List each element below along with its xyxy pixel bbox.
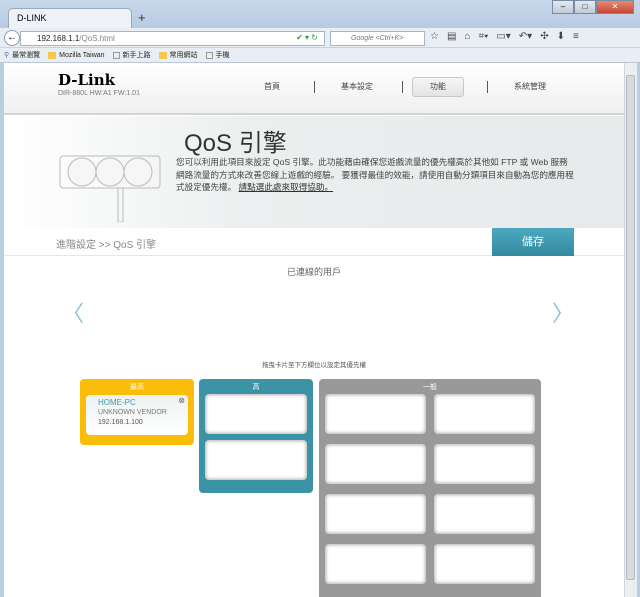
bookmark-label: 常用網站 — [169, 52, 198, 59]
new-tab-button[interactable]: + — [138, 10, 146, 25]
divider — [487, 81, 488, 93]
chevron-left-icon[interactable]: 〈 — [62, 296, 84, 328]
maximize-button[interactable]: □ — [574, 0, 596, 14]
device-vendor: UNKNOWN VENDOR — [98, 409, 167, 416]
model-info: DIR-880L HW:A1 FW:1.01 — [58, 90, 140, 97]
qos-illustration-icon — [59, 155, 161, 222]
empty-slot[interactable] — [434, 494, 535, 534]
page-icon — [112, 51, 120, 59]
column-title: 高 — [252, 384, 260, 391]
addon-icon[interactable]: ✣ — [540, 31, 548, 42]
url-path: /QoS.html — [79, 34, 115, 43]
back-button[interactable]: ← — [4, 30, 20, 46]
close-icon[interactable]: ⊗ — [178, 396, 185, 406]
bookmark-label: Mozilla Taiwan — [59, 51, 105, 59]
description: 您可以利用此項目來設定 QoS 引擎。此功能藉由確保您遊戲流量的優先權高於其他如… — [176, 156, 576, 194]
bookmark-label: 最常瀏覽 — [12, 52, 41, 59]
empty-slot[interactable] — [205, 394, 307, 434]
menu-features[interactable]: 功能 — [412, 77, 464, 97]
scrollbar-thumb[interactable] — [626, 75, 635, 580]
router-header: D-Link DIR-880L HW:A1 FW:1.01 首頁 基本設定 功能… — [4, 63, 624, 115]
menu-icon[interactable]: ≡ — [573, 31, 579, 42]
home-icon[interactable]: ⌂ — [464, 31, 470, 42]
undo-icon[interactable]: ↶▾ — [519, 31, 532, 42]
divider — [314, 81, 315, 93]
help-link[interactable]: 請點選此處來取得協助。 — [239, 182, 334, 192]
folder-icon — [158, 51, 167, 59]
folder-icon — [48, 51, 57, 59]
page-icon — [205, 51, 213, 59]
qos-banner: QoS 引擎 您可以利用此項目來設定 QoS 引擎。此功能藉由確保您遊戲流量的優… — [4, 116, 624, 228]
chevron-right-icon[interactable]: 〉 — [552, 296, 574, 328]
device-card[interactable]: HOME-PC UNKNOWN VENDOR 192.168.1.100 ⊗ — [86, 395, 188, 435]
empty-slot[interactable] — [325, 444, 426, 484]
empty-slot[interactable] — [205, 440, 307, 480]
empty-slot[interactable] — [325, 544, 426, 584]
star-icon[interactable]: ☆ — [430, 31, 439, 42]
toolbar-icons: ☆ ▤ ⌂ ⌗▾ ▭▾ ↶▾ ✣ ⬇ ≡ — [430, 31, 579, 42]
url-host: 192.168.1.1 — [37, 34, 80, 43]
bookmark-icon: ⚲ — [4, 52, 10, 59]
bookmark-label: 手機 — [215, 52, 230, 59]
device-ip: 192.168.1.100 — [98, 419, 143, 426]
breadcrumb: 進階設定 >> QoS 引擎 — [56, 240, 157, 251]
bookmark[interactable]: 新手上路 — [112, 51, 151, 59]
drag-hint: 拖曳卡片至下方欄位以設定其優先權 — [262, 362, 366, 369]
priority-normal[interactable]: 一般 — [319, 379, 541, 597]
save-button[interactable]: 儲存 — [492, 228, 574, 256]
minimize-button[interactable]: – — [552, 0, 574, 14]
empty-slot[interactable] — [434, 544, 535, 584]
empty-slot[interactable] — [325, 494, 426, 534]
logo: D-Link — [58, 71, 116, 89]
bookmark[interactable]: Mozilla Taiwan — [48, 51, 105, 59]
download-icon[interactable]: ⬇ — [557, 31, 565, 42]
priority-highest[interactable]: 最高 HOME-PC UNKNOWN VENDOR 192.168.1.100 … — [80, 379, 194, 445]
menu-home[interactable]: 首頁 — [264, 81, 280, 92]
empty-slot[interactable] — [325, 394, 426, 434]
reading-list-icon[interactable]: ▤ — [447, 31, 456, 42]
empty-slot[interactable] — [434, 394, 535, 434]
bookmark[interactable]: 手機 — [205, 51, 230, 59]
tab-bar: D-LINK + – □ ✕ — [0, 0, 640, 28]
browser-tab[interactable]: D-LINK — [8, 8, 132, 28]
crop-icon[interactable]: ⌗▾ — [478, 31, 488, 42]
reload-icon[interactable]: ✔ ▾ ↻ — [296, 33, 318, 42]
slot-grid — [325, 388, 535, 584]
priority-high[interactable]: 高 — [199, 379, 313, 493]
close-button[interactable]: ✕ — [596, 0, 634, 14]
url-bar[interactable]: 192.168.1.1/QoS.html ✔ ▾ ↻ — [20, 31, 325, 46]
empty-slot[interactable] — [434, 444, 535, 484]
bookmark-label: 新手上路 — [122, 52, 151, 59]
breadcrumb-row: 進階設定 >> QoS 引擎 儲存 — [4, 228, 624, 256]
page: D-Link DIR-880L HW:A1 FW:1.01 首頁 基本設定 功能… — [4, 63, 624, 597]
bookmark[interactable]: 常用網站 — [158, 51, 198, 59]
device-name: HOME-PC — [98, 398, 136, 407]
column-title: 最高 — [130, 384, 144, 391]
page-title: QoS 引擎 — [184, 130, 287, 157]
bookmark[interactable]: ⚲ 最常瀏覽 — [4, 51, 40, 59]
search-input[interactable]: Google <Ctrl+K> — [330, 31, 425, 46]
description-text: 您可以利用此項目來設定 QoS 引擎。此功能藉由確保您遊戲流量的優先權高於其他如… — [176, 157, 574, 192]
connected-clients-label: 已連線的用戶 — [286, 267, 341, 277]
chat-icon[interactable]: ▭▾ — [496, 31, 510, 42]
nav-bar: ← 192.168.1.1/QoS.html ✔ ▾ ↻ Google <Ctr… — [0, 28, 640, 48]
tab-title: D-LINK — [17, 13, 47, 23]
menu-management[interactable]: 系統管理 — [514, 81, 546, 92]
window-controls: – □ ✕ — [552, 0, 634, 14]
divider — [402, 81, 403, 93]
menu-settings[interactable]: 基本設定 — [341, 81, 373, 92]
bookmarks-bar: ⚲ 最常瀏覽 Mozilla Taiwan 新手上路 常用網站 手機 — [0, 48, 640, 63]
